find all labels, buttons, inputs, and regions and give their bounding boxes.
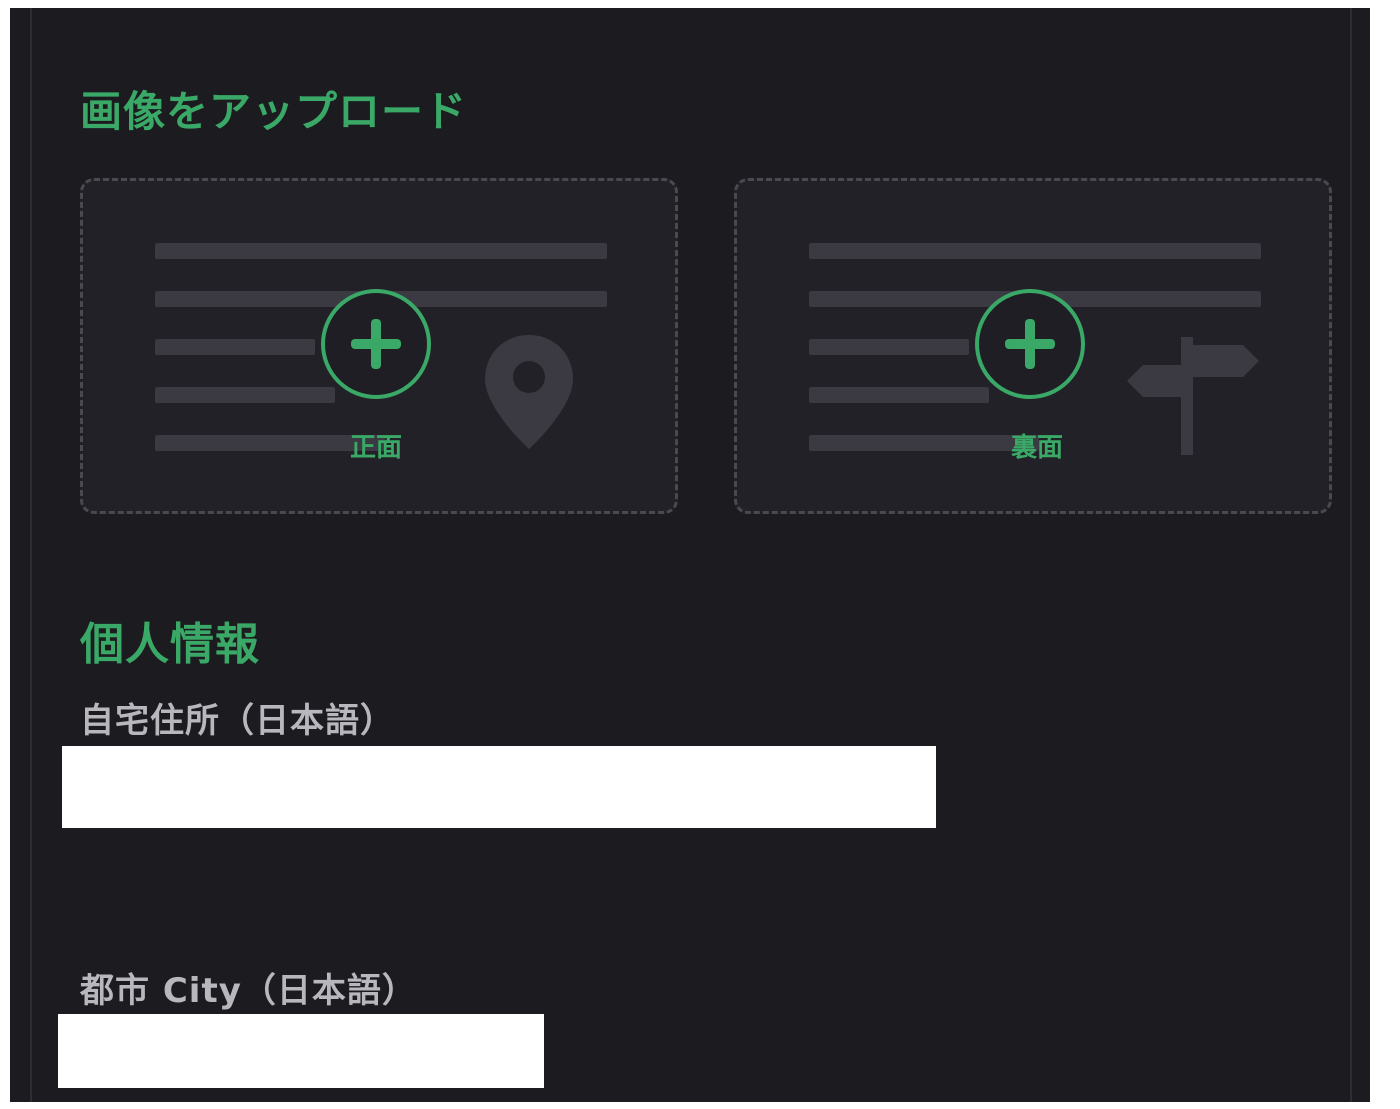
placeholder-line <box>155 339 315 355</box>
add-front-image-button[interactable] <box>321 289 431 399</box>
plus-icon-vertical <box>371 319 381 369</box>
signpost-icon <box>1127 337 1259 455</box>
upload-back-card[interactable]: 裏面 <box>734 178 1332 514</box>
upload-front-card[interactable]: 正面 <box>80 178 678 514</box>
personal-info-title: 個人情報 <box>80 619 260 670</box>
placeholder-line <box>155 243 607 259</box>
city-label: 都市 City（日本語） <box>80 971 417 1011</box>
panel-border-right <box>1350 8 1352 1102</box>
city-input[interactable] <box>58 1014 544 1088</box>
upload-section-title: 画像をアップロード <box>80 87 468 136</box>
map-pin-icon <box>485 335 573 449</box>
plus-icon-vertical <box>1025 319 1035 369</box>
placeholder-line <box>155 387 335 403</box>
upload-front-label: 正面 <box>349 433 402 463</box>
home-address-input[interactable] <box>62 746 936 828</box>
home-address-label: 自宅住所（日本語） <box>80 701 395 741</box>
add-back-image-button[interactable] <box>975 289 1085 399</box>
panel-border-left <box>30 8 32 1102</box>
placeholder-line <box>809 339 969 355</box>
placeholder-line <box>809 387 989 403</box>
placeholder-line <box>809 243 1261 259</box>
form-panel: 画像をアップロード 正面 裏面 個人情報 自宅住所（日本語） 都市 City（日… <box>10 8 1370 1102</box>
upload-back-label: 裏面 <box>1010 433 1063 463</box>
